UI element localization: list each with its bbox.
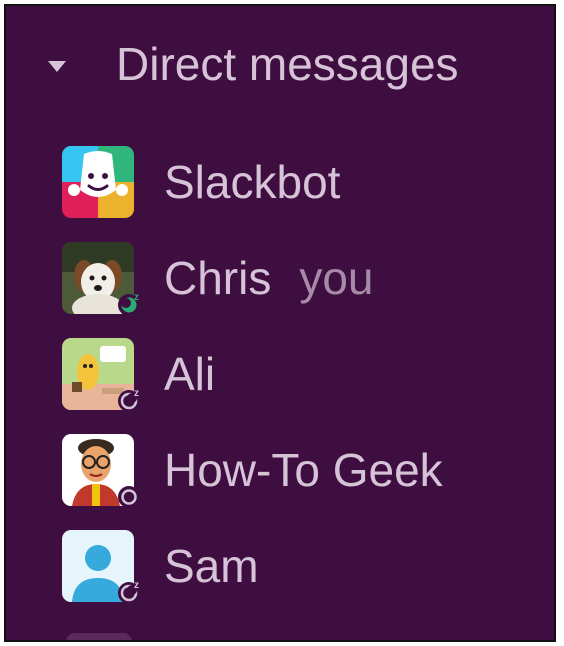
direct-messages-sidebar: Direct messages Slackbot z Chris you z A… xyxy=(4,4,556,642)
section-title: Direct messages xyxy=(116,38,459,90)
dm-name: Sam xyxy=(164,540,259,592)
away-snooze-status-icon: z xyxy=(116,290,144,318)
dm-name: How-To Geek xyxy=(164,444,443,496)
svg-text:z: z xyxy=(134,388,139,399)
offline-status-icon xyxy=(116,482,144,510)
dm-item-slackbot[interactable]: Slackbot xyxy=(6,132,554,228)
dm-item-how-to-geek[interactable]: How-To Geek xyxy=(6,420,554,516)
away-snooze-status-icon: z xyxy=(116,578,144,606)
dm-item-sam[interactable]: z Sam xyxy=(6,516,554,612)
dm-name: Slackbot xyxy=(164,156,341,208)
caret-down-icon[interactable] xyxy=(48,61,66,72)
dm-name: Ali xyxy=(164,348,216,400)
away-snooze-status-icon: z xyxy=(116,386,144,414)
you-label: you xyxy=(299,252,374,304)
svg-text:z: z xyxy=(134,292,139,303)
slackbot-avatar xyxy=(62,146,134,218)
dm-item-chris[interactable]: z Chris you xyxy=(6,228,554,324)
dm-name: Chris you xyxy=(164,252,374,304)
svg-text:z: z xyxy=(134,580,139,591)
dm-item-ali[interactable]: z Ali xyxy=(6,324,554,420)
partial-avatar xyxy=(66,633,132,640)
direct-messages-section-header[interactable]: Direct messages xyxy=(6,26,554,106)
